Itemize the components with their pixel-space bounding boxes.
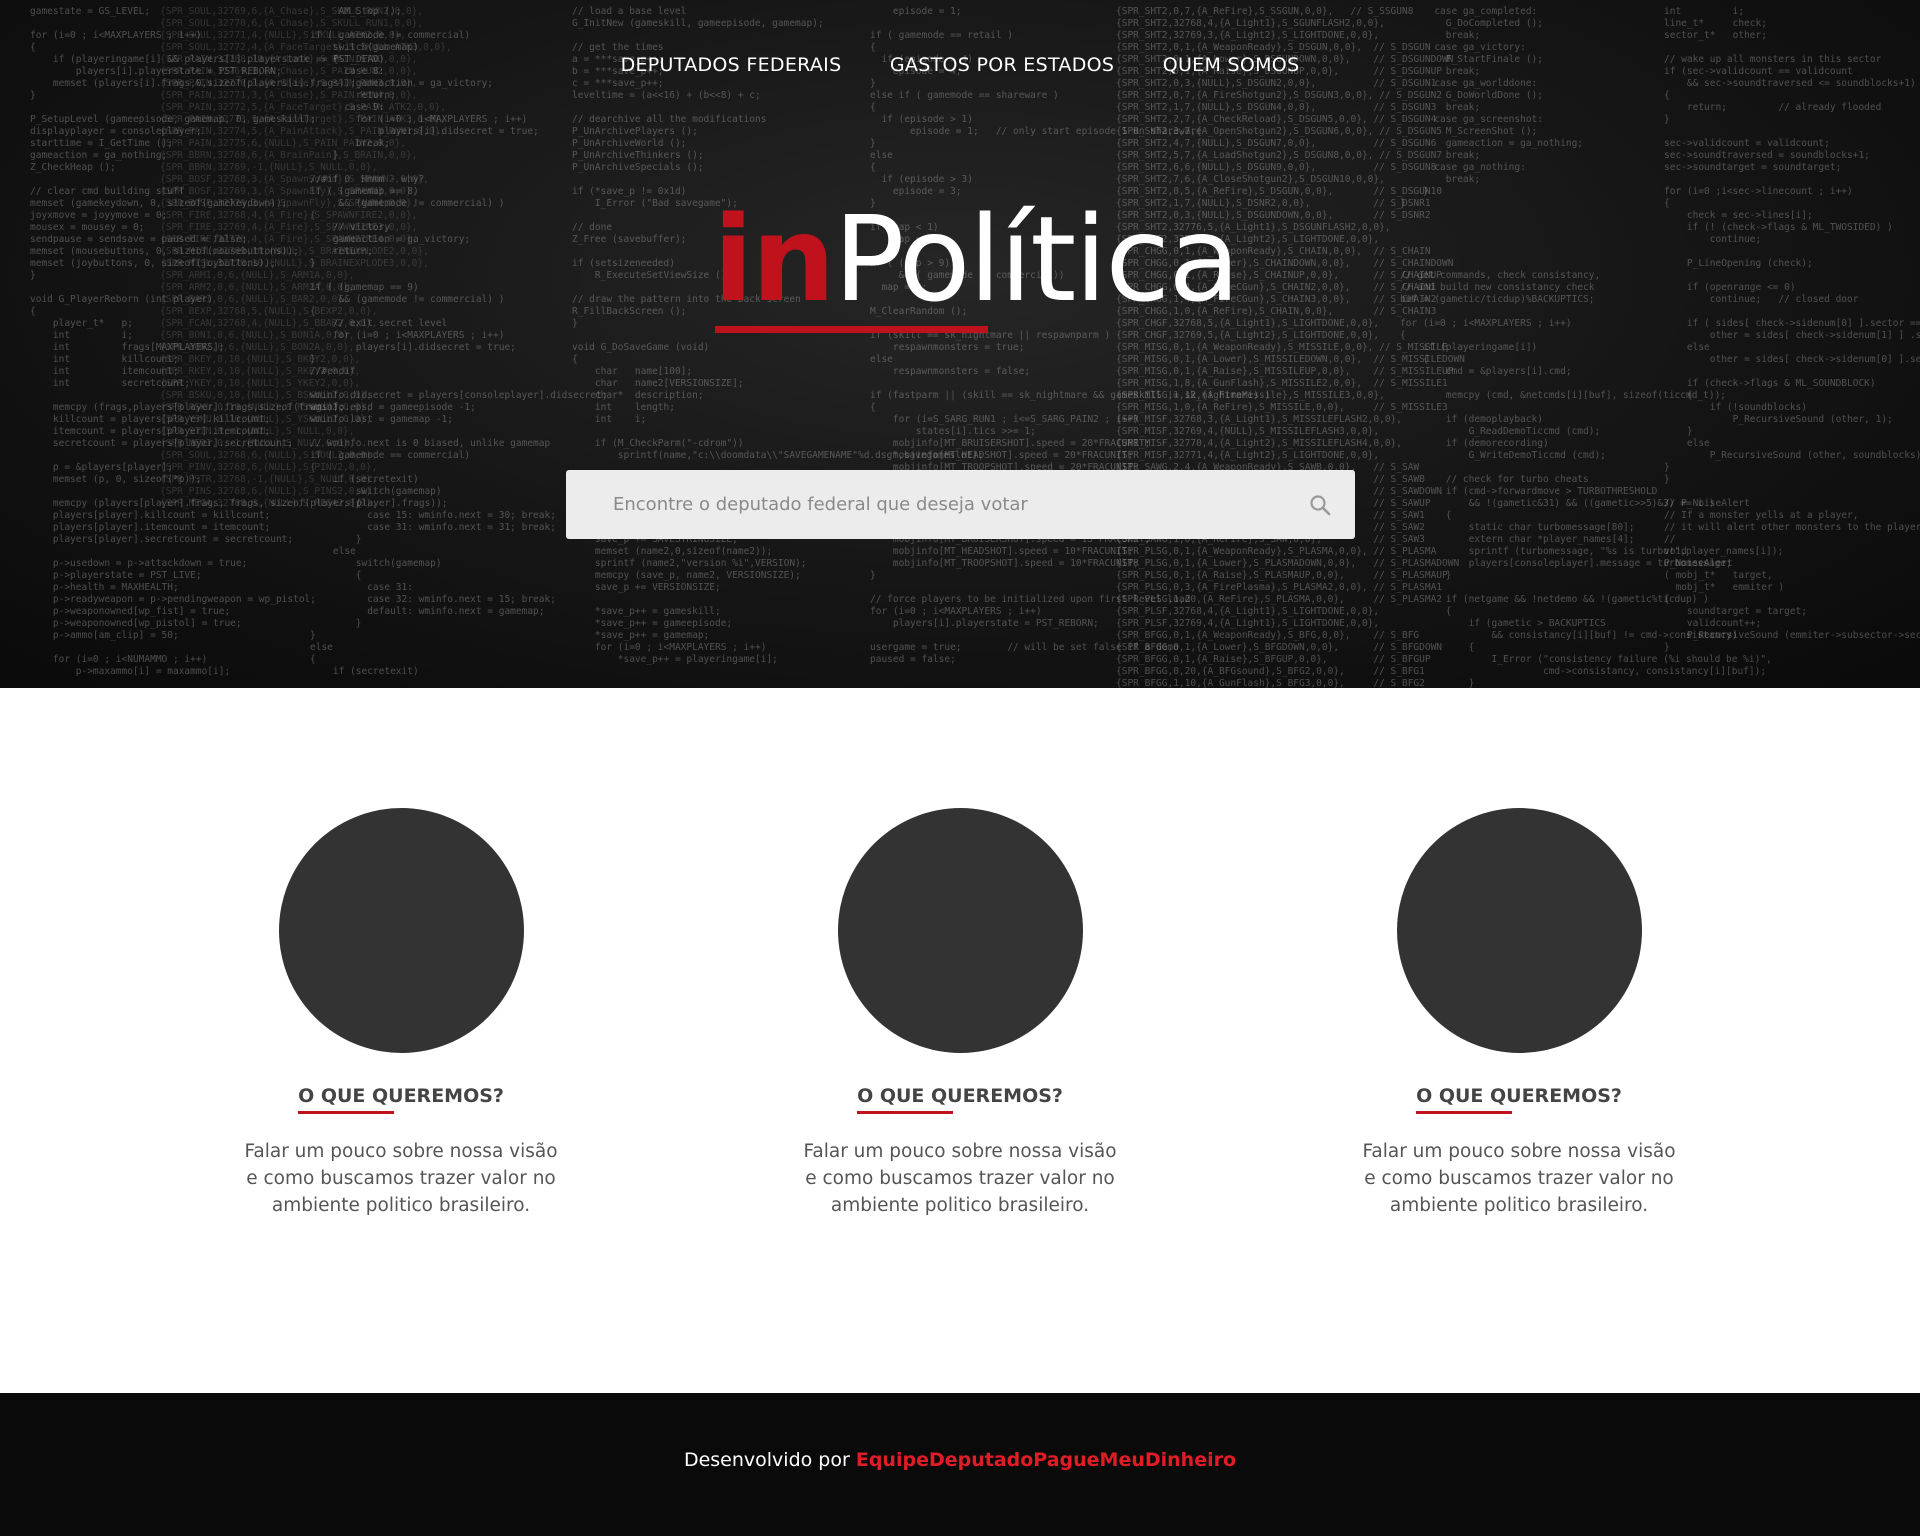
footer-credits: Desenvolvido por EquipeDeputadoPagueMeuD… <box>0 1449 1920 1471</box>
feature-title-underline <box>298 1111 395 1114</box>
logo-wordmark: inPolítica <box>713 200 1240 318</box>
feature-title-text: O QUE QUEREMOS? <box>1416 1085 1622 1107</box>
feature-title-text: O QUE QUEREMOS? <box>298 1085 504 1107</box>
feature-description: Falar um pouco sobre nossa visão e como … <box>1362 1141 1676 1216</box>
feature-title: O QUE QUEREMOS? <box>1416 1085 1622 1114</box>
feature-description: Falar um pouco sobre nossa visão e como … <box>803 1141 1117 1216</box>
feature-image-placeholder <box>1396 808 1642 1053</box>
feature-card: O QUE QUEREMOS? Falar um pouco sobre nos… <box>1359 808 1679 1219</box>
logo-name: Política <box>833 190 1240 328</box>
feature-title: O QUE QUEREMOS? <box>298 1085 504 1114</box>
search-input[interactable] <box>566 470 1306 539</box>
feature-card: O QUE QUEREMOS? Falar um pouco sobre nos… <box>800 808 1120 1219</box>
feature-image-placeholder <box>837 808 1083 1053</box>
feature-description: Falar um pouco sobre nossa visão e como … <box>244 1141 558 1216</box>
footer-team-link[interactable]: EquipeDeputadoPagueMeuDinheiro <box>856 1449 1236 1471</box>
code-text-decoration: int i; line_t* check; sector_t* other; /… <box>1664 6 1920 653</box>
feature-title-underline <box>1416 1111 1513 1114</box>
logo-underline <box>715 326 988 333</box>
feature-card: O QUE QUEREMOS? Falar um pouco sobre nos… <box>241 808 561 1219</box>
code-text-decoration: AM_Stop (); if ( gamemode != commercial)… <box>310 6 608 677</box>
main-nav: DEPUTADOS FEDERAIS GASTOS POR ESTADOS QU… <box>0 54 1920 76</box>
nav-link-gastos-por-estados[interactable]: GASTOS POR ESTADOS <box>890 54 1114 76</box>
nav-link-deputados-federais[interactable]: DEPUTADOS FEDERAIS <box>621 54 842 76</box>
feature-title-text: O QUE QUEREMOS? <box>857 1085 1063 1107</box>
footer-prefix: Desenvolvido por <box>683 1449 850 1471</box>
search-icon[interactable] <box>1309 494 1331 516</box>
feature-image-placeholder <box>278 808 524 1053</box>
logo-prefix: in <box>713 190 835 328</box>
hero-section: gamestate = GS_LEVEL; for (i=0 ; i<MAXPL… <box>0 0 1920 688</box>
nav-link-quem-somos[interactable]: QUEM SOMOS <box>1163 54 1300 76</box>
site-logo[interactable]: inPolítica <box>713 200 1240 350</box>
feature-title: O QUE QUEREMOS? <box>857 1085 1063 1114</box>
search-bar <box>566 470 1355 539</box>
site-footer: Desenvolvido por EquipeDeputadoPagueMeuD… <box>0 1393 1920 1536</box>
feature-title-underline <box>857 1111 954 1114</box>
